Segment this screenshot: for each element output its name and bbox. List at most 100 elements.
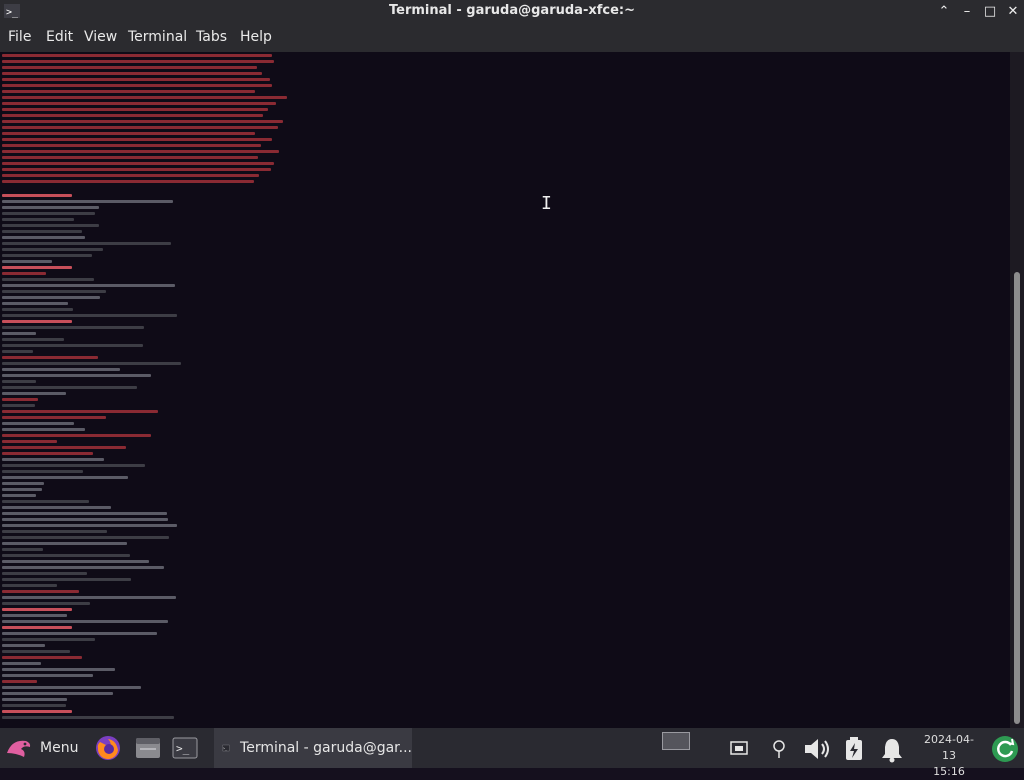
terminal-line bbox=[2, 488, 43, 491]
terminal-line bbox=[2, 428, 86, 431]
terminal-task-button[interactable]: >_ Terminal - garuda@gar... bbox=[214, 728, 412, 768]
terminal-line bbox=[2, 506, 112, 509]
terminal-line bbox=[2, 302, 68, 305]
volume-icon[interactable] bbox=[802, 736, 832, 762]
menu-edit[interactable]: Edit bbox=[46, 29, 73, 45]
terminal-line bbox=[2, 584, 58, 587]
terminal-line bbox=[2, 78, 270, 81]
terminal-line bbox=[2, 254, 93, 257]
window-title: Terminal - garuda@garuda-xfce:~ bbox=[389, 3, 635, 18]
terminal-line bbox=[2, 440, 57, 443]
terminal-line bbox=[2, 236, 85, 239]
terminal-line bbox=[2, 356, 99, 359]
maximize-up-icon[interactable]: ⌃ bbox=[935, 3, 953, 21]
terminal-line bbox=[2, 626, 72, 629]
terminal-line bbox=[2, 212, 95, 215]
network-icon[interactable] bbox=[770, 739, 788, 759]
svg-text:>_: >_ bbox=[176, 742, 190, 755]
clock-time: 15:16 bbox=[933, 765, 965, 778]
maximize-button[interactable]: □ bbox=[981, 3, 999, 21]
terminal-line bbox=[2, 350, 34, 353]
terminal-line bbox=[2, 656, 82, 659]
terminal-line bbox=[2, 392, 67, 395]
terminal-line bbox=[2, 54, 272, 57]
terminal-line bbox=[2, 156, 259, 159]
clock[interactable]: 2024-04-13 15:16 bbox=[918, 732, 980, 780]
minimize-button[interactable]: – bbox=[958, 3, 976, 21]
window-titlebar[interactable]: >_ Terminal - garuda@garuda-xfce:~ ⌃ – □… bbox=[0, 0, 1024, 24]
workspace-icon[interactable] bbox=[662, 732, 690, 750]
terminal-line bbox=[2, 602, 91, 605]
menu-terminal[interactable]: Terminal bbox=[128, 29, 187, 45]
terminal-line bbox=[2, 524, 178, 527]
terminal-line bbox=[2, 96, 288, 99]
terminal-line bbox=[2, 266, 72, 269]
terminal-line bbox=[2, 326, 145, 329]
terminal-line bbox=[2, 620, 169, 623]
terminal-line bbox=[2, 446, 126, 449]
menu-tabs[interactable]: Tabs bbox=[196, 29, 227, 45]
terminal-line bbox=[2, 206, 99, 209]
terminal-line bbox=[2, 386, 137, 389]
update-icon[interactable] bbox=[990, 734, 1020, 764]
power-icon[interactable] bbox=[842, 736, 866, 762]
terminal-line bbox=[2, 518, 168, 521]
terminal-line bbox=[2, 710, 72, 713]
terminal-line bbox=[2, 60, 275, 63]
terminal-output[interactable] bbox=[0, 52, 1010, 728]
terminal-line bbox=[2, 272, 46, 275]
active-task-label: Terminal - garuda@gar... bbox=[240, 740, 412, 756]
terminal-line bbox=[2, 84, 273, 87]
screenshot-icon[interactable] bbox=[730, 740, 748, 756]
terminal-line bbox=[2, 404, 36, 407]
terminal-line bbox=[2, 566, 165, 569]
terminal-line bbox=[2, 416, 107, 419]
terminal-line bbox=[2, 374, 151, 377]
terminal-line bbox=[2, 572, 88, 575]
menu-file[interactable]: File bbox=[8, 29, 31, 45]
terminal-line bbox=[2, 692, 113, 695]
terminal-line bbox=[2, 458, 104, 461]
terminal-launcher-icon[interactable]: >_ bbox=[172, 736, 198, 760]
terminal-line bbox=[2, 102, 276, 105]
firefox-icon[interactable] bbox=[94, 734, 122, 762]
terminal-scrollbar[interactable] bbox=[1010, 52, 1024, 728]
terminal-line bbox=[2, 168, 272, 171]
terminal-line bbox=[2, 680, 37, 683]
terminal-line bbox=[2, 314, 178, 317]
terminal-line bbox=[2, 242, 171, 245]
terminal-line bbox=[2, 126, 279, 129]
terminal-line bbox=[2, 542, 128, 545]
menu-help[interactable]: Help bbox=[240, 29, 272, 45]
start-menu-button[interactable]: Menu bbox=[4, 728, 80, 768]
terminal-line bbox=[2, 132, 256, 135]
garuda-menu-icon bbox=[7, 740, 31, 757]
terminal-line bbox=[2, 296, 100, 299]
terminal-line bbox=[2, 114, 264, 117]
terminal-line bbox=[2, 554, 130, 557]
terminal-line bbox=[2, 362, 181, 365]
terminal-line bbox=[2, 500, 89, 503]
terminal-line bbox=[2, 716, 175, 719]
terminal-line bbox=[2, 120, 284, 123]
terminal-line bbox=[2, 548, 44, 551]
terminal-line bbox=[2, 434, 151, 437]
terminal-line bbox=[2, 512, 167, 515]
terminal-line bbox=[2, 644, 45, 647]
notification-bell-icon[interactable] bbox=[878, 736, 906, 764]
terminal-line bbox=[2, 638, 95, 641]
menu-view[interactable]: View bbox=[84, 29, 117, 45]
terminal-line bbox=[2, 632, 157, 635]
scrollbar-thumb[interactable] bbox=[1014, 272, 1020, 724]
terminal-line bbox=[2, 338, 65, 341]
terminal-line bbox=[2, 650, 70, 653]
file-manager-icon[interactable] bbox=[134, 734, 162, 762]
text-cursor-icon: I bbox=[541, 193, 552, 214]
clock-date: 2024-04-13 bbox=[924, 733, 974, 762]
terminal-line bbox=[2, 180, 254, 183]
terminal-line bbox=[2, 308, 73, 311]
close-button[interactable]: ✕ bbox=[1004, 3, 1022, 21]
terminal-line bbox=[2, 704, 67, 707]
terminal-line bbox=[2, 194, 72, 197]
terminal-line bbox=[2, 590, 80, 593]
